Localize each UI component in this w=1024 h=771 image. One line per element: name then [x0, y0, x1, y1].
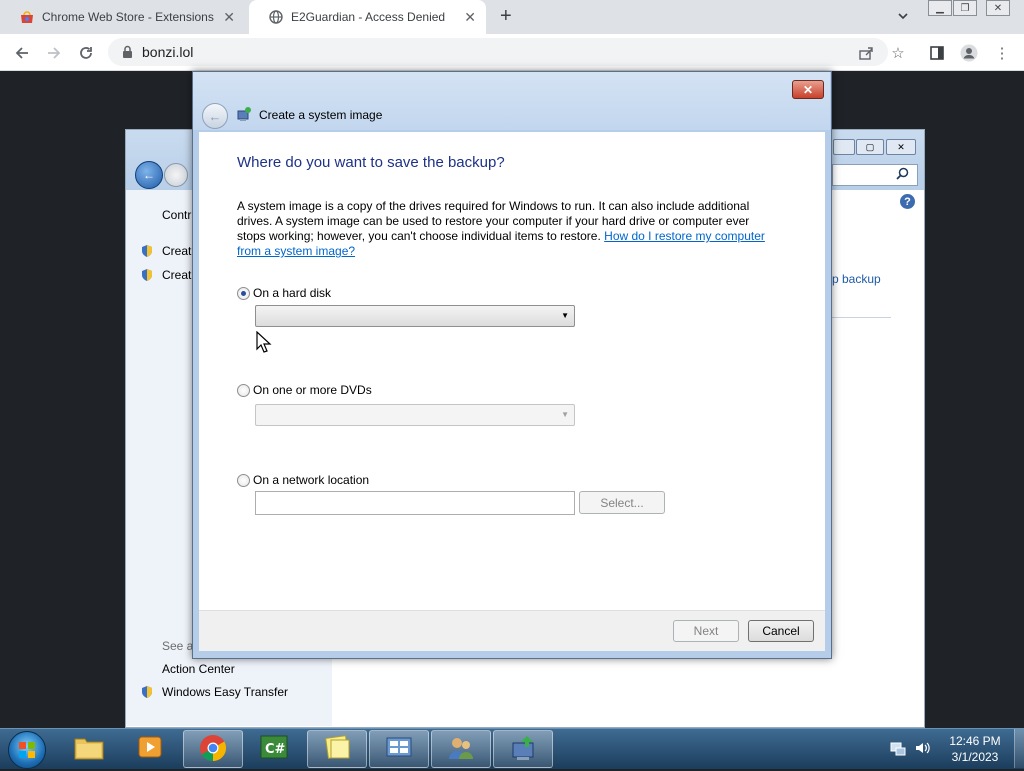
- radio-hard-disk[interactable]: [237, 287, 250, 300]
- nav-link-create-2[interactable]: Creat: [162, 268, 191, 282]
- clock-time: 12:46 PM: [949, 734, 1001, 748]
- uac-shield-icon: [140, 685, 154, 699]
- close-window-icon[interactable]: ✕: [986, 0, 1010, 16]
- star-icon[interactable]: ☆: [887, 42, 909, 64]
- taskbar-backup[interactable]: [493, 730, 553, 768]
- start-button[interactable]: [8, 731, 46, 769]
- dropdown-arrow-icon: ▼: [561, 410, 569, 419]
- cancel-button[interactable]: Cancel: [748, 620, 814, 642]
- label-dvds[interactable]: On one or more DVDs: [253, 383, 372, 397]
- label-hard-disk[interactable]: On a hard disk: [253, 286, 331, 300]
- tab-label: E2Guardian - Access Denied: [291, 10, 446, 24]
- show-desktop-button[interactable]: [1014, 729, 1024, 768]
- description: A system image is a copy of the drives r…: [237, 199, 777, 259]
- tab-e2guardian[interactable]: E2Guardian - Access Denied ✕: [249, 0, 486, 34]
- select-network-button[interactable]: Select...: [579, 491, 665, 514]
- uac-shield-icon: [140, 244, 154, 258]
- lock-icon[interactable]: [122, 45, 133, 62]
- radio-network-location[interactable]: [237, 474, 250, 487]
- volume-icon[interactable]: [914, 740, 930, 759]
- network-icon[interactable]: [890, 740, 906, 759]
- nav-link-action-center[interactable]: Action Center: [162, 662, 235, 676]
- control-panel-icon: [385, 735, 413, 764]
- back-arrow-icon[interactable]: [11, 42, 33, 64]
- side-panel-icon[interactable]: [926, 42, 948, 64]
- menu-dots-icon[interactable]: ⋮: [991, 42, 1013, 64]
- minimize-icon[interactable]: ▁: [928, 0, 952, 16]
- see-also-heading: See al: [162, 639, 197, 653]
- url-text[interactable]: bonzi.lol: [142, 44, 193, 60]
- system-clock[interactable]: 12:46 PM 3/1/2023: [940, 733, 1010, 765]
- search-icon[interactable]: [896, 167, 909, 183]
- close-icon[interactable]: ✕: [792, 80, 824, 99]
- address-bar[interactable]: [108, 38, 888, 66]
- dialog-title: Create a system image: [259, 108, 383, 122]
- back-arrow-icon[interactable]: ←: [202, 103, 228, 129]
- close-tab-icon[interactable]: ✕: [223, 10, 235, 24]
- uac-shield-icon: [140, 268, 154, 282]
- page-heading: Where do you want to save the backup?: [237, 154, 505, 171]
- back-arrow-icon[interactable]: ←: [135, 161, 163, 189]
- forward-arrow-icon[interactable]: [43, 42, 65, 64]
- taskbar-media-player[interactable]: [121, 730, 179, 766]
- setup-backup-link[interactable]: p backup: [832, 272, 881, 286]
- help-icon[interactable]: ?: [900, 194, 915, 209]
- tab-label: Chrome Web Store - Extensions: [42, 10, 214, 24]
- csharp-icon: C#: [260, 734, 288, 763]
- radio-dvds[interactable]: [237, 384, 250, 397]
- backup-app-icon: [236, 107, 252, 126]
- taskbar-csharp[interactable]: C#: [245, 730, 303, 766]
- radio-selected-dot: [241, 291, 246, 296]
- maximize-icon[interactable]: ▢: [856, 139, 884, 155]
- nav-link-create-1[interactable]: Creat: [162, 244, 191, 258]
- sticky-notes-icon: [323, 734, 351, 764]
- taskbar-explorer[interactable]: [60, 730, 118, 766]
- folder-icon: [74, 734, 104, 763]
- nav-link-control-panel[interactable]: Contr: [162, 208, 191, 222]
- close-tab-icon[interactable]: ✕: [464, 10, 476, 24]
- close-icon[interactable]: ✕: [886, 139, 916, 155]
- svg-text:C#: C#: [265, 742, 286, 757]
- share-icon[interactable]: [855, 42, 877, 64]
- clock-date: 3/1/2023: [951, 750, 999, 764]
- taskbar-sticky-notes[interactable]: [307, 730, 367, 768]
- chevron-down-icon[interactable]: [897, 10, 909, 25]
- chrome-icon: [199, 734, 227, 765]
- backup-icon: [509, 735, 537, 764]
- media-player-icon: [137, 734, 163, 763]
- minimize-icon[interactable]: [833, 139, 855, 155]
- globe-icon: [269, 10, 283, 24]
- tab-chrome-web-store[interactable]: Chrome Web Store - Extensions ✕: [0, 0, 245, 34]
- mouse-cursor-icon: [256, 330, 272, 356]
- users-icon: [447, 735, 475, 764]
- reload-icon[interactable]: [75, 42, 97, 64]
- restore-icon[interactable]: ❐: [953, 0, 977, 16]
- divider: [832, 317, 891, 318]
- hard-disk-dropdown[interactable]: ▼: [255, 305, 575, 327]
- label-network-location[interactable]: On a network location: [253, 473, 369, 487]
- new-tab-icon[interactable]: +: [500, 6, 512, 26]
- nav-link-windows-easy-transfer[interactable]: Windows Easy Transfer: [162, 685, 288, 699]
- network-location-input[interactable]: [255, 491, 575, 515]
- chrome-web-store-icon: [20, 10, 34, 24]
- dvd-dropdown[interactable]: ▼: [255, 404, 575, 426]
- taskbar-users[interactable]: [431, 730, 491, 768]
- taskbar-chrome[interactable]: [183, 730, 243, 768]
- taskbar-control-panel[interactable]: [369, 730, 429, 768]
- dropdown-arrow-icon: ▼: [561, 311, 569, 320]
- profile-avatar-icon[interactable]: [958, 42, 980, 64]
- forward-arrow-icon[interactable]: [164, 163, 188, 187]
- next-button[interactable]: Next: [673, 620, 739, 642]
